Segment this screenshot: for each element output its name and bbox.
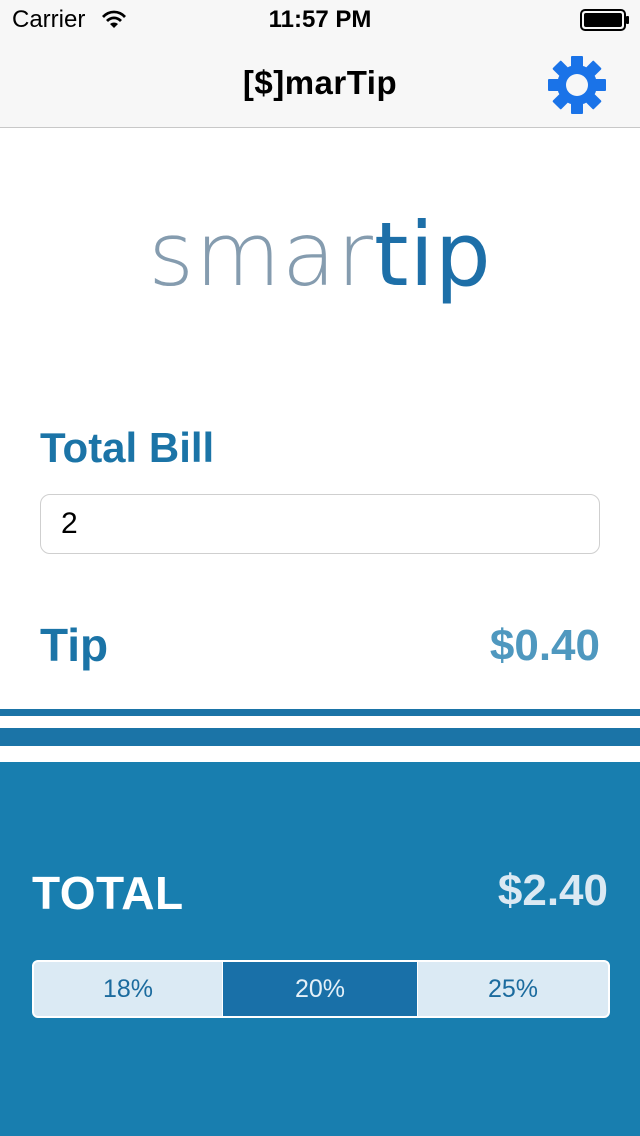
tip-option-20[interactable]: 20% [222,962,417,1016]
tip-amount: $0.40 [489,621,600,670]
tip-option-25[interactable]: 25% [417,962,608,1016]
divider-stripe-thick [0,728,640,746]
gear-icon [548,56,606,114]
tip-label: Tip [40,619,109,671]
logo-text-light: smar [148,203,374,306]
battery-icon [580,9,629,31]
total-panel [0,762,640,1136]
settings-button[interactable] [544,54,610,116]
logo-text-bold: tip [373,203,492,306]
total-bill-label: Total Bill [40,424,215,471]
divider-stripe-thin [0,709,640,716]
total-bill-input[interactable] [40,494,600,554]
status-time: 11:57 PM [268,6,372,33]
total-amount: $2.40 [497,866,608,915]
total-label: TOTAL [32,867,184,919]
app-logo: smartip [0,200,640,310]
tip-percentage-selector[interactable]: 18% 20% 25% [32,960,610,1018]
tip-option-18[interactable]: 18% [34,962,222,1016]
